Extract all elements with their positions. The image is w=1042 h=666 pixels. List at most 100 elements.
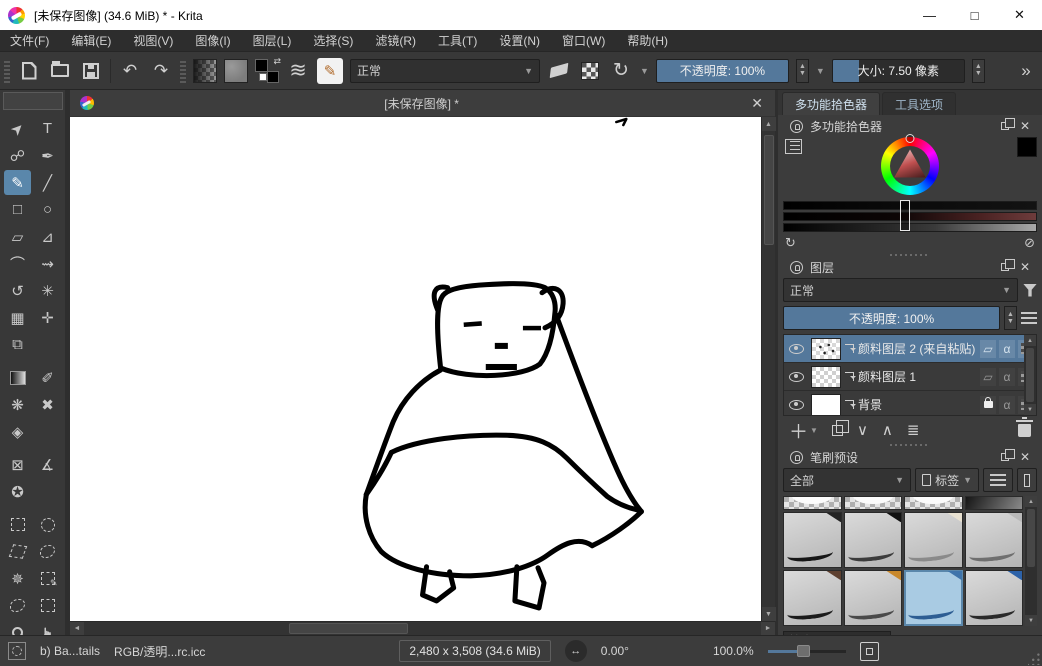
close-docker-icon[interactable]: ✕ xyxy=(1020,260,1030,274)
transform-tool[interactable]: ▦ xyxy=(4,305,31,330)
layer-lock-icon[interactable] xyxy=(980,396,996,414)
current-color-swatch[interactable] xyxy=(1017,137,1037,157)
horizontal-scrollbar-thumb[interactable] xyxy=(289,623,409,634)
selection-mode-icon[interactable] xyxy=(8,642,26,660)
menu-item-3[interactable]: 视图(V) xyxy=(133,32,173,49)
zoom-slider-thumb[interactable] xyxy=(797,645,810,657)
reload-preset-button[interactable]: ↻ xyxy=(609,59,633,83)
ellipse-tool[interactable]: ○ xyxy=(34,197,61,222)
float-docker-icon[interactable] xyxy=(1001,122,1009,130)
layer-thumbnail[interactable] xyxy=(811,394,841,416)
color-wheel[interactable] xyxy=(881,137,939,195)
scroll-down-icon[interactable]: ▼ xyxy=(1024,404,1036,415)
freehand-path-tool[interactable]: ⇝ xyxy=(34,251,61,276)
open-document-button[interactable] xyxy=(48,59,72,83)
layer-visibility-icon[interactable] xyxy=(789,400,804,410)
layer-thumbnail[interactable] xyxy=(811,338,841,360)
assistants-tool[interactable]: ⊠ xyxy=(4,452,31,477)
rotation-knob[interactable]: ↔ xyxy=(565,640,587,662)
docker-lock-icon[interactable] xyxy=(790,120,803,133)
vertical-scrollbar-thumb[interactable] xyxy=(764,135,774,245)
redo-button[interactable]: ↷ xyxy=(149,59,173,83)
smart-patch-tool[interactable]: ✖ xyxy=(34,392,61,417)
fill-tool[interactable]: ◈ xyxy=(4,419,31,444)
layer-visibility-icon[interactable] xyxy=(789,344,804,354)
elliptical-selection-tool[interactable] xyxy=(34,512,61,537)
tab-advanced-color-selector[interactable]: 多功能拾色器 xyxy=(782,92,880,115)
document-close-icon[interactable]: ✕ xyxy=(749,95,765,112)
delete-layer-button[interactable] xyxy=(1018,424,1031,437)
add-layer-button[interactable]: ＋▼ xyxy=(789,417,818,444)
reference-images-tool[interactable]: ✪ xyxy=(4,479,31,504)
select-shapes-tool[interactable]: ➤ xyxy=(4,116,31,141)
tags-button[interactable]: 标签 ▼ xyxy=(915,468,979,492)
toolbar-grip[interactable] xyxy=(180,59,186,83)
brush-scrollbar[interactable]: ▲ ▼ xyxy=(1025,496,1037,626)
shade-bar-1[interactable] xyxy=(783,201,1037,210)
brush-editor-button[interactable]: ✎ xyxy=(317,58,343,84)
window-resize-grip[interactable] xyxy=(1028,652,1041,665)
dynamic-brush-tool[interactable]: ↺ xyxy=(4,278,31,303)
scroll-down-icon[interactable]: ▼ xyxy=(1025,615,1037,626)
shade-bar-3[interactable] xyxy=(783,223,1037,232)
pattern-edit-tool[interactable]: ❋ xyxy=(4,392,31,417)
brush-preset-cell[interactable] xyxy=(904,570,963,626)
layer-filter-icon[interactable] xyxy=(1023,284,1037,297)
zoom-slider[interactable] xyxy=(768,645,846,657)
eraser-mode-button[interactable] xyxy=(547,59,571,83)
docker-lock-icon[interactable] xyxy=(790,451,803,464)
rectangular-selection-tool[interactable] xyxy=(4,512,31,537)
float-docker-icon[interactable] xyxy=(1001,453,1009,461)
layer-pin-icon[interactable]: ▱ xyxy=(980,340,996,358)
crop-tool[interactable]: ⧉ xyxy=(4,332,31,357)
color-sampler-tool[interactable]: ✐ xyxy=(34,365,61,390)
brush-preset-eraser[interactable] xyxy=(904,496,963,510)
menu-item-1[interactable]: 文件(F) xyxy=(10,32,49,49)
save-button[interactable] xyxy=(79,59,103,83)
brush-preset-eraser[interactable] xyxy=(783,496,842,510)
layer-opacity-spinner[interactable]: ▲▼ xyxy=(1004,306,1017,330)
layer-pin-icon[interactable]: ▱ xyxy=(980,368,996,386)
zoom-tool[interactable] xyxy=(4,620,31,635)
polygon-tool[interactable]: ▱ xyxy=(4,224,31,249)
brush-menu-button[interactable] xyxy=(983,468,1013,492)
refresh-shades-button[interactable]: ↻ xyxy=(785,235,796,251)
shade-bar-marker[interactable] xyxy=(900,200,910,231)
vertical-scrollbar[interactable]: ▲ ▼ xyxy=(761,117,775,621)
brush-size-spinner[interactable]: ▲▼ xyxy=(972,59,985,83)
menu-item-8[interactable]: 工具(T) xyxy=(438,32,477,49)
blend-mode-dropdown[interactable]: 正常 ▼ xyxy=(350,59,540,83)
color-triangle[interactable] xyxy=(892,148,928,184)
color-selector-settings-button[interactable] xyxy=(785,139,802,154)
duplicate-layer-button[interactable] xyxy=(832,425,843,436)
scroll-up-icon[interactable]: ▲ xyxy=(1025,496,1037,507)
new-document-button[interactable] xyxy=(17,59,41,83)
fg-bg-color-chooser[interactable]: ⇄ xyxy=(255,59,279,83)
toolbar-grip[interactable] xyxy=(4,59,10,83)
brush-preset-cell[interactable] xyxy=(844,570,903,626)
layer-opacity-slider[interactable]: 不透明度: 100% xyxy=(783,306,1000,330)
pattern-chooser[interactable] xyxy=(224,59,248,83)
brush-display-settings-button[interactable] xyxy=(1017,468,1037,492)
brush-size-slider[interactable]: 大小: 7.50 像素 xyxy=(832,59,965,83)
scroll-left-icon[interactable]: ◄ xyxy=(70,622,84,636)
brush-scrollbar-thumb[interactable] xyxy=(1027,509,1035,567)
brush-preset-cell[interactable] xyxy=(965,512,1024,568)
similar-color-selection-tool[interactable]: ✵ xyxy=(4,566,31,591)
docker-lock-icon[interactable] xyxy=(790,261,803,274)
measure-tool[interactable]: ∡ xyxy=(34,452,61,477)
menu-item-2[interactable]: 编辑(E) xyxy=(71,32,111,49)
brush-preset-eraser[interactable] xyxy=(844,496,903,510)
close-docker-icon[interactable]: ✕ xyxy=(1020,119,1030,133)
canvas-only-mode-button[interactable] xyxy=(860,642,879,661)
minimize-button[interactable]: — xyxy=(907,0,952,30)
brush-preset-cell[interactable] xyxy=(783,570,842,626)
horizontal-scrollbar[interactable]: ◄ ► xyxy=(70,621,775,635)
opacity-dropdown-arrow[interactable]: ▼ xyxy=(816,66,825,76)
brush-preset-cell[interactable] xyxy=(904,512,963,568)
shade-bar-2[interactable] xyxy=(783,212,1037,221)
layer-scrollbar-thumb[interactable] xyxy=(1026,348,1034,402)
menu-item-5[interactable]: 图层(L) xyxy=(253,32,292,49)
bezier-curve-tool[interactable]: ⌒ xyxy=(4,251,31,276)
polygonal-selection-tool[interactable] xyxy=(4,539,31,564)
